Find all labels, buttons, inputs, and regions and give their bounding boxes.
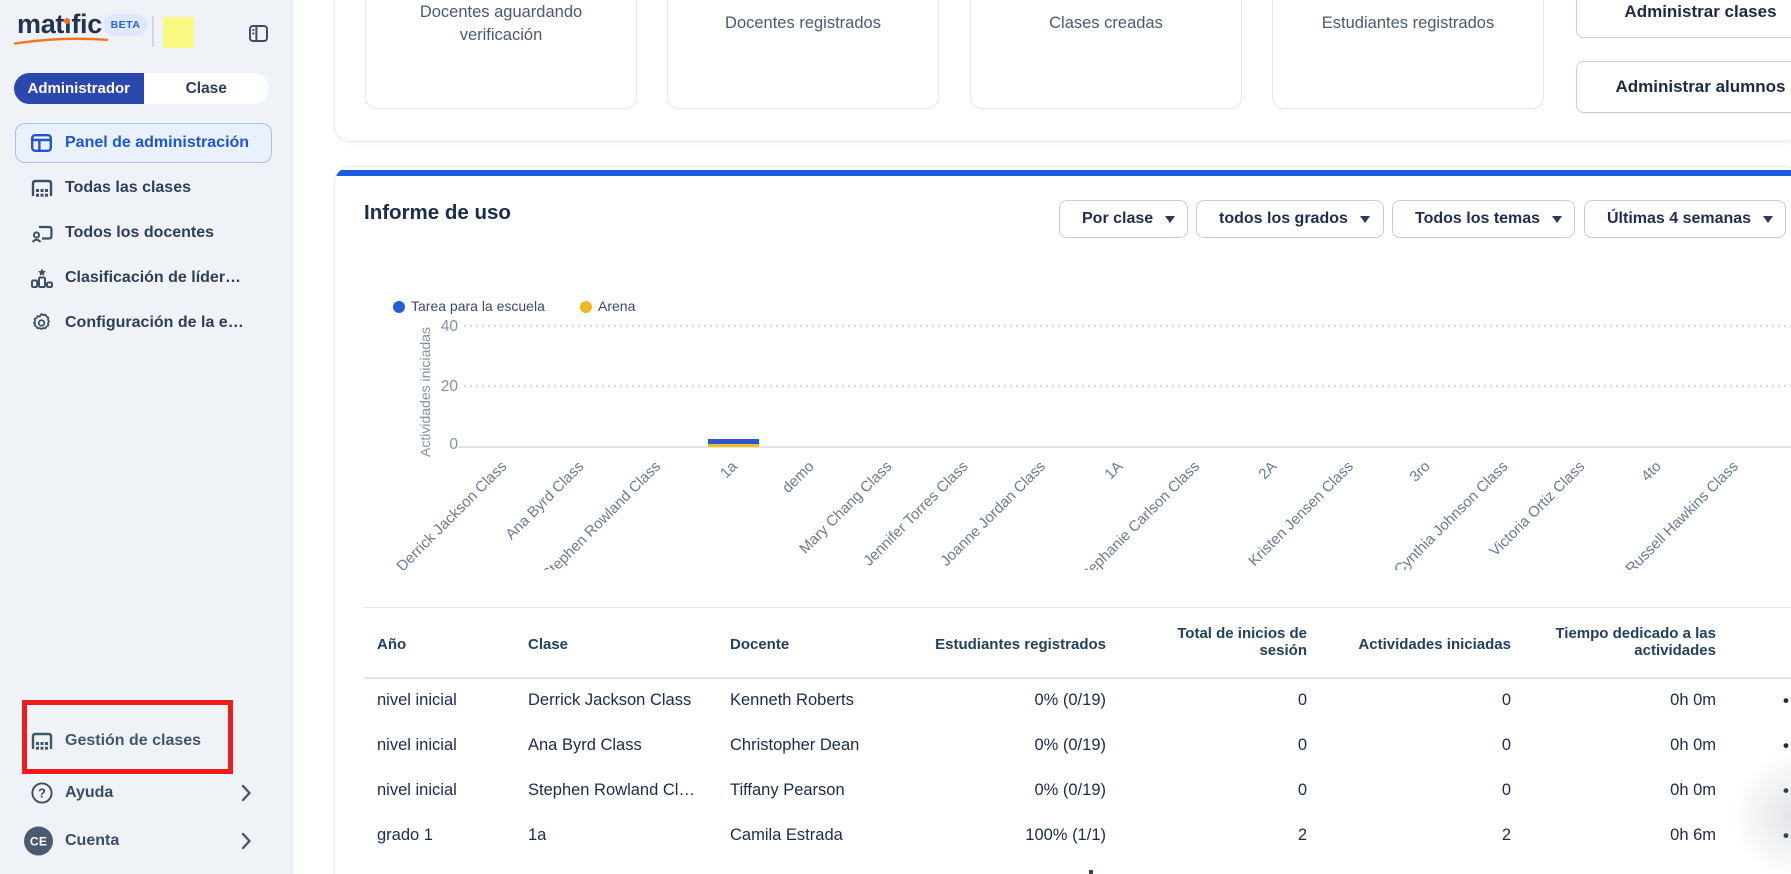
svg-text:?: ? bbox=[38, 786, 46, 801]
